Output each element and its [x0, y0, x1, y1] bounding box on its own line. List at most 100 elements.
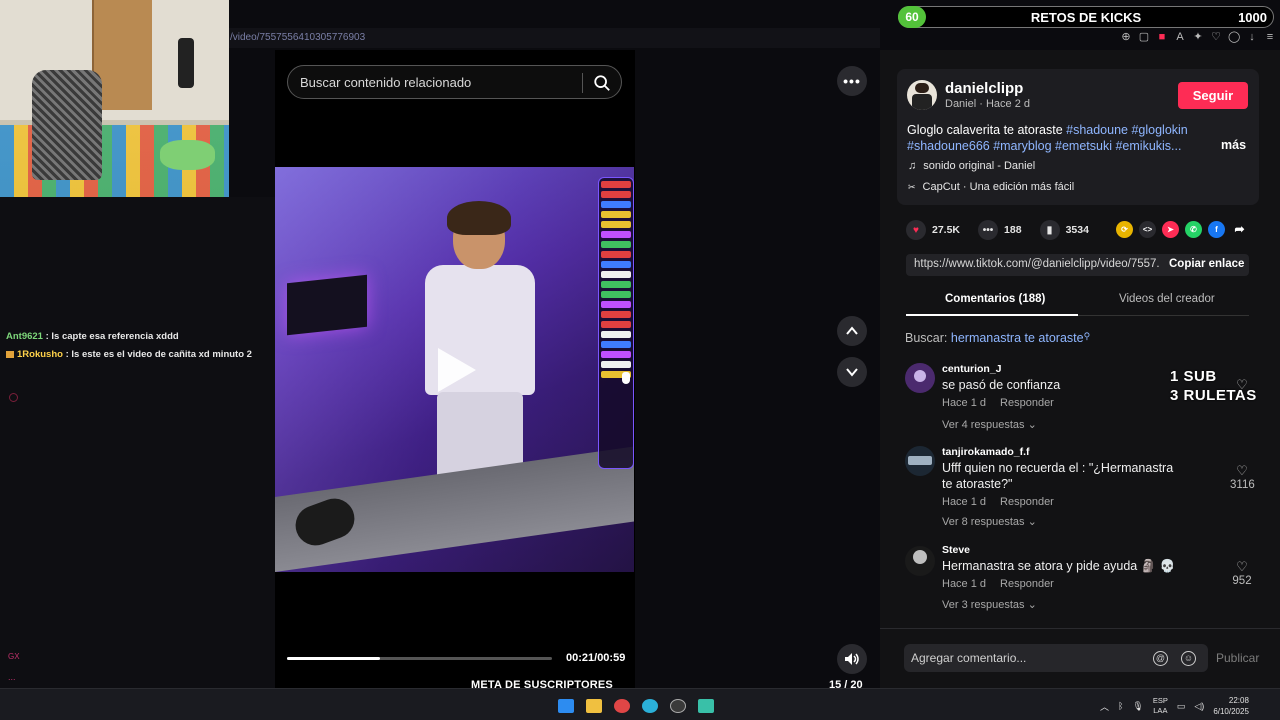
chat-message: 1Rokusho : Is este es el video de cañita…	[6, 349, 252, 360]
video-chat-line	[601, 311, 631, 318]
video-chat-line	[601, 221, 631, 228]
comments-count: 188	[1004, 224, 1022, 236]
tray-chevron-icon[interactable]: ︿	[1100, 700, 1109, 713]
webcam-overlay	[0, 0, 229, 197]
chevron-down-icon: ⌄	[1027, 516, 1037, 528]
video-chat-line	[601, 361, 631, 368]
windows-start-icon[interactable]	[558, 699, 574, 713]
comment-username[interactable]: Steve	[942, 544, 970, 556]
related-search[interactable]: Buscar contenido relacionado	[287, 65, 622, 99]
creator-name[interactable]: danielclipp	[945, 80, 1023, 97]
translate-icon[interactable]: A	[1174, 31, 1186, 43]
screenshot-icon[interactable]: ▢	[1138, 31, 1150, 43]
capcut-row[interactable]: ✂ CapCut · Una edición más fácil	[908, 181, 1074, 193]
search-input[interactable]: Buscar contenido relacionado	[300, 75, 471, 90]
volume-button[interactable]	[837, 644, 867, 674]
next-video-button[interactable]	[837, 357, 867, 387]
view-replies[interactable]: Ver 8 respuestas ⌄	[942, 515, 1037, 528]
chevron-down-icon	[846, 368, 858, 377]
more-icon: •••	[843, 73, 861, 89]
zoom-icon[interactable]: ⊕	[1120, 31, 1132, 43]
chevron-down-icon: ⌄	[1027, 419, 1037, 431]
like-heart-icon[interactable]: ♥	[906, 220, 926, 240]
sound-row[interactable]: ♫ sonido original - Daniel	[908, 160, 1035, 172]
view-replies-label: Ver 8 respuestas	[942, 516, 1025, 528]
bluetooth-icon[interactable]: ᛒ	[1118, 701, 1123, 711]
comment-like[interactable]: ♡ 952	[1230, 559, 1254, 587]
comment-avatar[interactable]	[905, 363, 935, 393]
speaker-icon[interactable]: ◁)	[1194, 701, 1204, 712]
language-indicator[interactable]: ESP LAA	[1153, 696, 1168, 716]
favorite-icon[interactable]: ♡	[1210, 31, 1222, 43]
reply-button[interactable]: Responder	[1000, 496, 1054, 508]
capcut-icon: ✂	[908, 181, 916, 192]
creator-avatar[interactable]	[907, 80, 937, 110]
browser-toolbar: ⊕ ▢ ■ A ✦ ♡ ◯ ↓ ≡	[1120, 31, 1276, 43]
edge-icon[interactable]	[642, 699, 658, 713]
video-chat-line	[601, 341, 631, 348]
video-chat-line	[601, 191, 631, 198]
obs-icon[interactable]	[670, 699, 686, 713]
emoji-icon[interactable]: ☺	[1181, 651, 1196, 666]
previous-video-button[interactable]	[837, 316, 867, 346]
network-icon[interactable]: ▭	[1177, 701, 1186, 712]
comment-text: se pasó de confianza	[942, 378, 1061, 392]
video-link[interactable]: https://www.tiktok.com/@danielclipp/vide…	[914, 258, 1159, 270]
play-icon[interactable]	[438, 348, 476, 392]
tab-creator-videos[interactable]: Videos del creador	[1119, 293, 1215, 305]
share-arrow-icon[interactable]: ➦	[1231, 221, 1248, 238]
app-icon[interactable]	[698, 699, 714, 713]
search-suggestion-query[interactable]: hermanastra te atoraste	[951, 331, 1084, 345]
camera-icon	[9, 393, 18, 402]
search-suggestion[interactable]: Buscar: hermanastra te atoraste⚲	[905, 331, 1090, 345]
comment-username[interactable]: tanjirokamado_f.f	[942, 446, 1030, 458]
chat-more-icon[interactable]: ...	[8, 672, 16, 682]
comment-icon[interactable]: •••	[978, 220, 999, 240]
browser-icon[interactable]	[614, 699, 630, 713]
heart-outline-icon: ♡	[1236, 559, 1248, 574]
more-link[interactable]: más	[1221, 138, 1246, 152]
follow-button[interactable]: Seguir	[1178, 82, 1248, 109]
comment-like[interactable]: ♡ 3116	[1230, 463, 1255, 491]
comment-username[interactable]: centurion_J	[942, 363, 1002, 375]
repost-icon[interactable]: ⟳	[1116, 221, 1133, 238]
hashtags[interactable]: #shadoune #gloglokin	[1066, 123, 1188, 137]
video-chat-line	[601, 271, 631, 278]
microphone-icon[interactable]: 🎙	[1132, 701, 1143, 712]
more-options-button[interactable]: •••	[837, 66, 867, 96]
profile-icon[interactable]: ◯	[1228, 31, 1240, 43]
taskbar-apps	[558, 699, 714, 713]
comment-avatar[interactable]	[905, 446, 935, 476]
clock[interactable]: 22:08 6/10/2025	[1213, 695, 1249, 717]
video-progress-bar[interactable]	[287, 657, 552, 660]
download-icon[interactable]: ↓	[1246, 31, 1258, 43]
hashtags[interactable]: #shadoune666 #maryblog #emetsuki #emikuk…	[907, 139, 1181, 153]
view-replies-label: Ver 4 respuestas	[942, 419, 1025, 431]
url-text: /video/7557556410305776903	[230, 32, 366, 43]
reply-button[interactable]: Responder	[1000, 578, 1054, 590]
bookmark-icon[interactable]: ▮	[1039, 220, 1060, 240]
view-replies[interactable]: Ver 4 respuestas ⌄	[942, 418, 1037, 431]
whatsapp-icon[interactable]: ✆	[1185, 221, 1202, 238]
view-replies[interactable]: Ver 3 respuestas ⌄	[942, 598, 1037, 611]
kicks-goal-value: 1000	[1238, 10, 1267, 25]
webcam-bag	[178, 38, 194, 88]
video-chat-line	[601, 281, 631, 288]
embed-icon[interactable]: <>	[1139, 221, 1156, 238]
search-icon[interactable]	[593, 74, 611, 92]
menu-icon[interactable]: ≡	[1264, 31, 1276, 43]
lang-line-2: LAA	[1153, 706, 1168, 715]
video-chat-line	[601, 261, 631, 268]
tab-comments[interactable]: Comentarios (188)	[945, 293, 1045, 305]
facebook-icon[interactable]: f	[1208, 221, 1225, 238]
reply-button[interactable]: Responder	[1000, 397, 1054, 409]
mention-icon[interactable]: @	[1153, 651, 1168, 666]
copy-link-button[interactable]: Copiar enlace	[1169, 258, 1244, 270]
file-explorer-icon[interactable]	[586, 699, 602, 713]
heart-outline-icon: ♡	[1236, 463, 1248, 478]
send-icon[interactable]: ➤	[1162, 221, 1179, 238]
shield-icon[interactable]: ■	[1156, 31, 1168, 43]
comment-avatar[interactable]	[905, 546, 935, 576]
publish-button[interactable]: Publicar	[1216, 651, 1259, 665]
extensions-icon[interactable]: ✦	[1192, 31, 1204, 43]
